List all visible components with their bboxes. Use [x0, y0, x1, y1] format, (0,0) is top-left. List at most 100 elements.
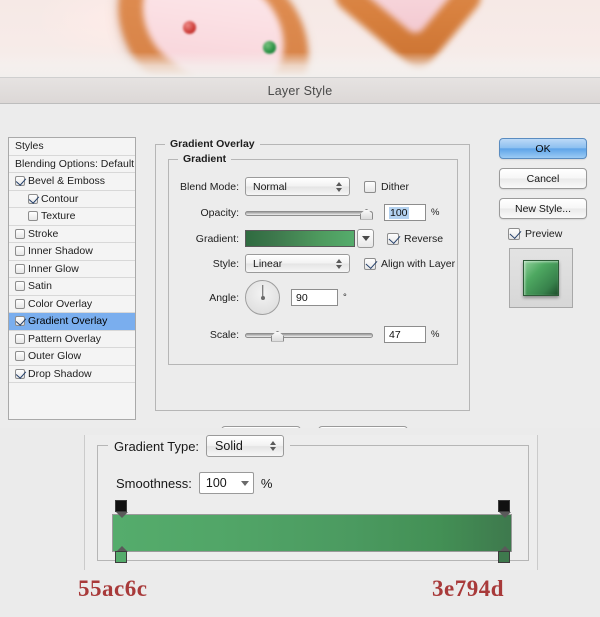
opacity-stop-left[interactable]	[115, 500, 129, 518]
opacity-slider[interactable]	[245, 205, 373, 221]
preview-row[interactable]: Preview	[508, 228, 591, 240]
gradient-row: Gradient: Reverse	[177, 229, 443, 248]
checkbox-preview[interactable]	[508, 228, 520, 240]
new-style-button[interactable]: New Style...	[499, 198, 587, 219]
opacity-slider-track[interactable]	[245, 210, 373, 216]
gradient-picker-button[interactable]	[357, 229, 374, 248]
angle-label: Angle:	[209, 291, 239, 304]
sidebar-item-label: Inner Glow	[28, 262, 79, 275]
checkbox-color-overlay[interactable]	[15, 298, 25, 309]
smoothness-row: Smoothness: 100 %	[116, 472, 272, 494]
sidebar-item-pattern-overlay[interactable]: Pattern Overlay	[9, 331, 135, 348]
preview-thumbnail-frame	[509, 248, 573, 308]
opacity-row: Opacity: 100 %	[177, 204, 439, 221]
scale-value: 47	[389, 328, 401, 341]
checkbox-outer-glow[interactable]	[15, 351, 25, 362]
chevron-down-icon[interactable]	[240, 480, 249, 486]
style-row: Style: Linear Align with Layer	[177, 254, 455, 273]
checkbox-satin[interactable]	[15, 281, 25, 292]
opacity-input[interactable]: 100	[384, 204, 426, 221]
ok-button[interactable]: OK	[499, 138, 587, 159]
sidebar-item-label: Stroke	[28, 227, 59, 240]
sidebar-item-label: Pattern Overlay	[28, 332, 101, 345]
gradient-subgroup-legend: Gradient	[178, 153, 232, 165]
gradient-editor-panel: Gradient Type: Solid Smoothness: 100 % 5…	[0, 428, 600, 617]
stepper-arrows-icon[interactable]	[332, 179, 345, 194]
sidebar-item-blending-options[interactable]: Blending Options: Default	[9, 156, 135, 173]
opacity-stop-square	[498, 500, 510, 512]
angle-input[interactable]: 90	[291, 289, 338, 306]
checkbox-inner-shadow[interactable]	[15, 246, 25, 257]
scale-row: Scale: 47 %	[177, 326, 439, 343]
sidebar-item-inner-shadow[interactable]: Inner Shadow	[9, 243, 135, 261]
checkbox-bevel-emboss[interactable]	[15, 176, 25, 187]
sidebar-item-stroke[interactable]: Stroke	[9, 226, 135, 243]
style-label: Style:	[212, 257, 239, 270]
dialog-title: Layer Style	[267, 83, 333, 98]
checkbox-inner-glow[interactable]	[15, 263, 25, 274]
scale-unit: %	[431, 329, 440, 340]
checkbox-gradient-overlay[interactable]	[15, 316, 25, 327]
checkbox-contour[interactable]	[28, 193, 38, 204]
sidebar-item-label: Gradient Overlay	[28, 315, 108, 328]
sidebar-item-bevel-emboss[interactable]: Bevel & Emboss	[9, 173, 135, 191]
gradient-strip[interactable]	[112, 514, 512, 552]
checkbox-align-with-layer[interactable]	[364, 257, 376, 270]
reverse-row[interactable]: Reverse	[387, 232, 443, 245]
smoothness-select[interactable]: 100	[198, 472, 254, 494]
styles-list[interactable]: Styles Blending Options: Default Bevel &…	[8, 137, 136, 420]
scale-input[interactable]: 47	[384, 326, 426, 343]
sidebar-item-outer-glow[interactable]: Outer Glow	[9, 348, 135, 366]
scale-slider[interactable]	[245, 327, 373, 343]
style-select[interactable]: Linear	[245, 254, 350, 273]
gradient-type-label: Gradient Type:	[114, 438, 200, 454]
blending-options-label: Blending Options: Default	[15, 157, 135, 170]
sidebar-item-satin[interactable]: Satin	[9, 278, 135, 296]
color-stop-square	[498, 551, 510, 563]
opacity-stop-right[interactable]	[498, 500, 512, 518]
color-stop-right[interactable]	[498, 546, 512, 563]
opacity-label: Opacity:	[200, 206, 239, 219]
scale-slider-track[interactable]	[245, 332, 373, 338]
align-with-layer-label: Align with Layer	[381, 257, 456, 270]
sidebar-item-drop-shadow[interactable]: Drop Shadow	[9, 366, 135, 383]
sidebar-item-contour[interactable]: Contour	[9, 191, 135, 208]
dither-row[interactable]: Dither	[364, 180, 409, 193]
gradient-editor-group: Gradient Type: Solid Smoothness: 100 %	[97, 435, 529, 563]
align-with-layer-row[interactable]: Align with Layer	[364, 257, 456, 270]
stepper-arrows-icon[interactable]	[332, 256, 345, 271]
gradient-overlay-group: Gradient Overlay Gradient Blend Mode: No…	[155, 138, 470, 411]
gradient-swatch[interactable]	[245, 230, 355, 247]
blend-mode-select[interactable]: Normal	[245, 177, 350, 196]
sidebar-item-label: Color Overlay	[28, 297, 93, 310]
gradient-type-value: Solid	[215, 439, 243, 453]
checkbox-pattern-overlay[interactable]	[15, 333, 25, 344]
cancel-button[interactable]: Cancel	[499, 168, 587, 189]
sidebar-item-inner-glow[interactable]: Inner Glow	[9, 261, 135, 278]
sidebar-item-gradient-overlay[interactable]: Gradient Overlay	[9, 313, 135, 331]
smoothness-value: 100	[205, 476, 227, 490]
hex-annotations: 55ac6c 3e794d	[0, 576, 600, 616]
scale-label: Scale:	[209, 328, 239, 341]
dialog-titlebar[interactable]: Layer Style	[0, 78, 600, 104]
styles-list-header: Styles	[9, 138, 135, 156]
sidebar-item-label: Inner Shadow	[28, 245, 93, 258]
stepper-arrows-icon[interactable]	[266, 439, 279, 454]
color-stop-left[interactable]	[115, 546, 129, 563]
angle-dial[interactable]	[245, 280, 280, 315]
gradient-type-select[interactable]: Solid	[206, 435, 285, 457]
checkbox-texture[interactable]	[28, 211, 38, 222]
color-stop-square	[115, 551, 127, 563]
sidebar-item-texture[interactable]: Texture	[9, 208, 135, 226]
smoothness-unit: %	[260, 475, 273, 491]
sidebar-item-color-overlay[interactable]: Color Overlay	[9, 296, 135, 313]
opacity-value: 100	[389, 206, 409, 219]
background-photo	[0, 0, 600, 77]
checkbox-reverse[interactable]	[387, 232, 399, 245]
opacity-stop-square	[115, 500, 127, 512]
angle-value: 90	[296, 291, 308, 304]
angle-unit: °	[343, 292, 347, 303]
checkbox-stroke[interactable]	[15, 228, 25, 239]
checkbox-drop-shadow[interactable]	[15, 368, 25, 379]
checkbox-dither[interactable]	[364, 180, 376, 193]
